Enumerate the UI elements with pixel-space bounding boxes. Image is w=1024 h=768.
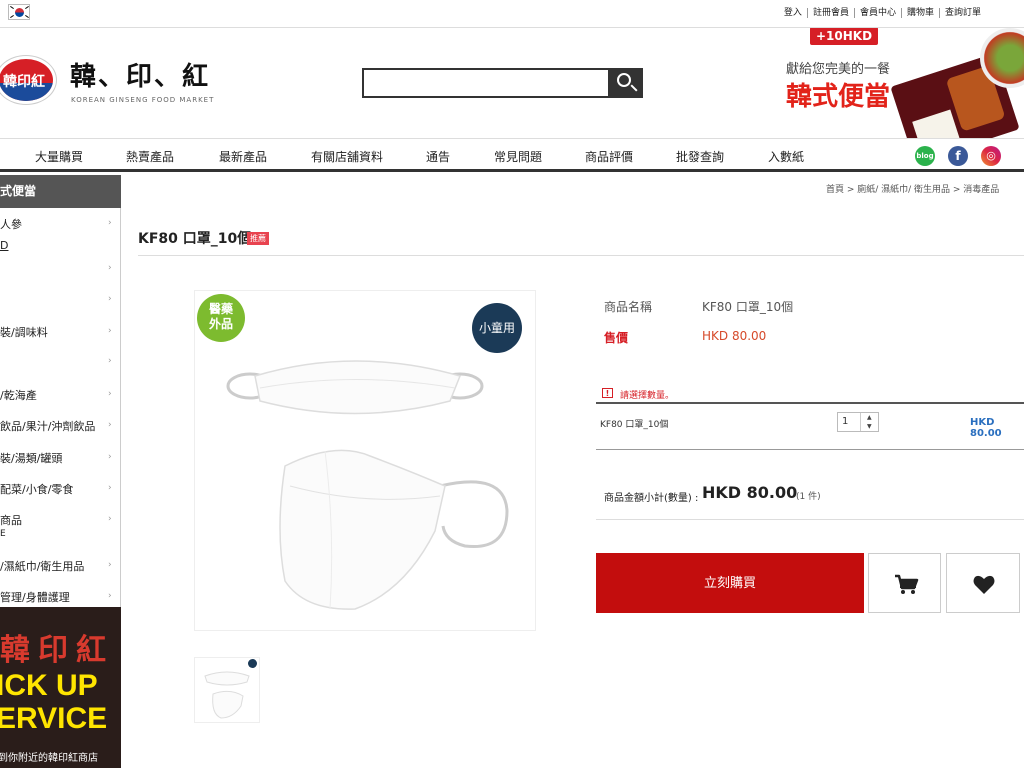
order-lookup-link[interactable]: 查詢訂單 xyxy=(938,8,986,18)
chevron-right-icon: › xyxy=(108,356,112,366)
sidebar-item[interactable]: 配菜/小食/零食 › xyxy=(0,481,121,497)
option-price: HKD 80.00 xyxy=(970,417,1002,439)
store-sign: 韓印紅 xyxy=(0,633,114,668)
chevron-right-icon: › xyxy=(108,452,112,462)
chevron-right-icon: › xyxy=(108,560,112,570)
promo-banner[interactable]: +10HKD 獻給您完美的一餐 韓式便當 xyxy=(780,28,1024,138)
recommend-badge: 推薦 xyxy=(247,232,269,245)
logo-name[interactable]: 韓、印、紅 xyxy=(70,56,210,93)
nav-bulk-buy[interactable]: 大量購買 xyxy=(35,148,83,165)
product-image[interactable]: 醫藥 外品 小童用 xyxy=(194,290,536,631)
login-link[interactable]: 登入 xyxy=(779,8,807,18)
divider xyxy=(138,255,1024,256)
quantity-input[interactable]: 1 xyxy=(837,412,879,432)
warning-icon: ! xyxy=(602,388,613,398)
nav-wholesale[interactable]: 批發查詢 xyxy=(676,148,724,165)
category-sidebar: 式便當 人參 › D › › 裝/調味料 › › /乾海產 › 飲品/果汁/沖劑飲品 ›… xyxy=(0,175,121,768)
pickup-service-banner[interactable]: 韓印紅 ICK UP ERVICE 到你附近的韓印紅商店 xyxy=(0,607,121,768)
total-price: HKD 80.00 xyxy=(702,483,798,502)
chevron-right-icon: › xyxy=(108,591,112,601)
promo-title: 韓式便當 xyxy=(786,82,891,112)
pharma-tag: 醫藥 外品 xyxy=(197,294,245,342)
sidebar-header[interactable]: 式便當 xyxy=(0,175,121,208)
chevron-right-icon: › xyxy=(108,389,112,399)
chevron-right-icon: › xyxy=(108,326,112,336)
nav-store-info[interactable]: 有關店舖資料 xyxy=(311,148,383,165)
wishlist-button[interactable] xyxy=(946,553,1020,613)
sidebar-item[interactable]: 人參 › xyxy=(0,216,121,232)
main-nav: 大量購買 熱賣產品 最新產品 有關店舖資料 通告 常見問題 商品評價 批發查詢 … xyxy=(0,138,1024,172)
page-title: KF80 口罩_10個 xyxy=(138,231,252,247)
name-label: 商品名稱 xyxy=(604,300,653,314)
add-to-cart-button[interactable] xyxy=(868,553,941,613)
sidebar-item[interactable]: D xyxy=(0,239,121,252)
chevron-right-icon: › xyxy=(108,483,112,493)
pickup-text: ICK UP xyxy=(0,669,98,702)
promo-tagline: 獻給您完美的一餐 xyxy=(786,62,891,77)
nav-deposit-slip[interactable]: 入數紙 xyxy=(768,148,804,165)
price-label: 售價 xyxy=(604,331,629,345)
divider xyxy=(596,449,1024,450)
nav-new-products[interactable]: 最新產品 xyxy=(219,148,267,165)
breadcrumb[interactable]: 首頁 > 廁紙/ 濕紙巾/ 衛生用品 > 消毒產品 xyxy=(826,182,999,195)
search-button[interactable] xyxy=(608,68,643,98)
pickup-caption: 到你附近的韓印紅商店 xyxy=(0,753,98,764)
nav-notices[interactable]: 通告 xyxy=(426,148,450,165)
thumbnail-badge xyxy=(248,659,257,668)
register-link[interactable]: 註冊會員 xyxy=(806,8,854,18)
search-icon xyxy=(617,73,631,87)
service-text: ERVICE xyxy=(0,702,108,735)
member-center-link[interactable]: 會員中心 xyxy=(853,8,901,18)
sidebar-item[interactable]: /乾海產 › xyxy=(0,387,121,403)
sidebar-item[interactable]: E xyxy=(0,529,121,539)
logo-badge-text: 韓印紅 xyxy=(3,74,45,90)
total-label: 商品金額小計(數量) : xyxy=(604,493,699,504)
korea-flag-icon[interactable] xyxy=(8,4,30,20)
nav-faq[interactable]: 常見問題 xyxy=(494,148,542,165)
divider xyxy=(860,413,861,431)
cart-link[interactable]: 購物車 xyxy=(900,8,939,18)
name-value: KF80 口罩_10個 xyxy=(702,300,794,314)
logo-badge[interactable]: 韓印紅 xyxy=(0,56,56,104)
price-value: HKD 80.00 xyxy=(702,329,767,343)
sidebar-item[interactable]: 裝/調味料 › xyxy=(0,324,121,340)
total-quantity: (1 件) xyxy=(796,492,821,502)
sidebar-item[interactable]: 商品 › xyxy=(0,512,121,528)
mask-thumbnail-illustration xyxy=(204,671,250,719)
divider xyxy=(596,519,1024,520)
search-input[interactable] xyxy=(362,68,610,98)
divider xyxy=(596,402,1024,404)
top-bar: 登入 註冊會員 會員中心 購物車 查詢訂單 xyxy=(0,0,1024,28)
buy-now-button[interactable]: 立刻購買 xyxy=(596,553,864,613)
sidebar-item[interactable]: 管理/身體護理 › xyxy=(0,589,121,605)
chevron-right-icon: › xyxy=(108,514,112,524)
heart-icon xyxy=(973,575,995,594)
option-name: KF80 口罩_10個 xyxy=(600,420,669,430)
chevron-right-icon: › xyxy=(108,263,112,273)
top-links: 登入 註冊會員 會員中心 購物車 查詢訂單 xyxy=(779,8,986,18)
kids-tag: 小童用 xyxy=(472,303,522,353)
chevron-right-icon: › xyxy=(108,294,112,304)
nav-hot-products[interactable]: 熱賣產品 xyxy=(126,148,174,165)
decrement-arrow-icon[interactable]: ▼ xyxy=(867,423,872,430)
sidebar-item[interactable]: 飲品/果汁/沖劑飲品 › xyxy=(0,418,121,434)
cart-icon xyxy=(895,574,919,594)
chevron-right-icon: › xyxy=(108,420,112,430)
blog-icon[interactable]: blog xyxy=(915,146,935,166)
warning-text: 請選擇數量。 xyxy=(620,391,675,401)
chevron-right-icon: › xyxy=(108,218,112,228)
increment-arrow-icon[interactable]: ▲ xyxy=(867,414,872,421)
promo-badge: +10HKD xyxy=(810,28,879,45)
instagram-icon[interactable]: ◎ xyxy=(981,146,1001,166)
nav-reviews[interactable]: 商品評價 xyxy=(585,148,633,165)
logo-tagline: KOREAN GINSENG FOOD MARKET xyxy=(71,96,215,104)
facebook-icon[interactable]: f xyxy=(948,146,968,166)
sidebar-item[interactable]: /濕紙巾/衛生用品 › xyxy=(0,558,121,574)
sidebar-item[interactable]: 裝/湯類/罐頭 › xyxy=(0,450,121,466)
